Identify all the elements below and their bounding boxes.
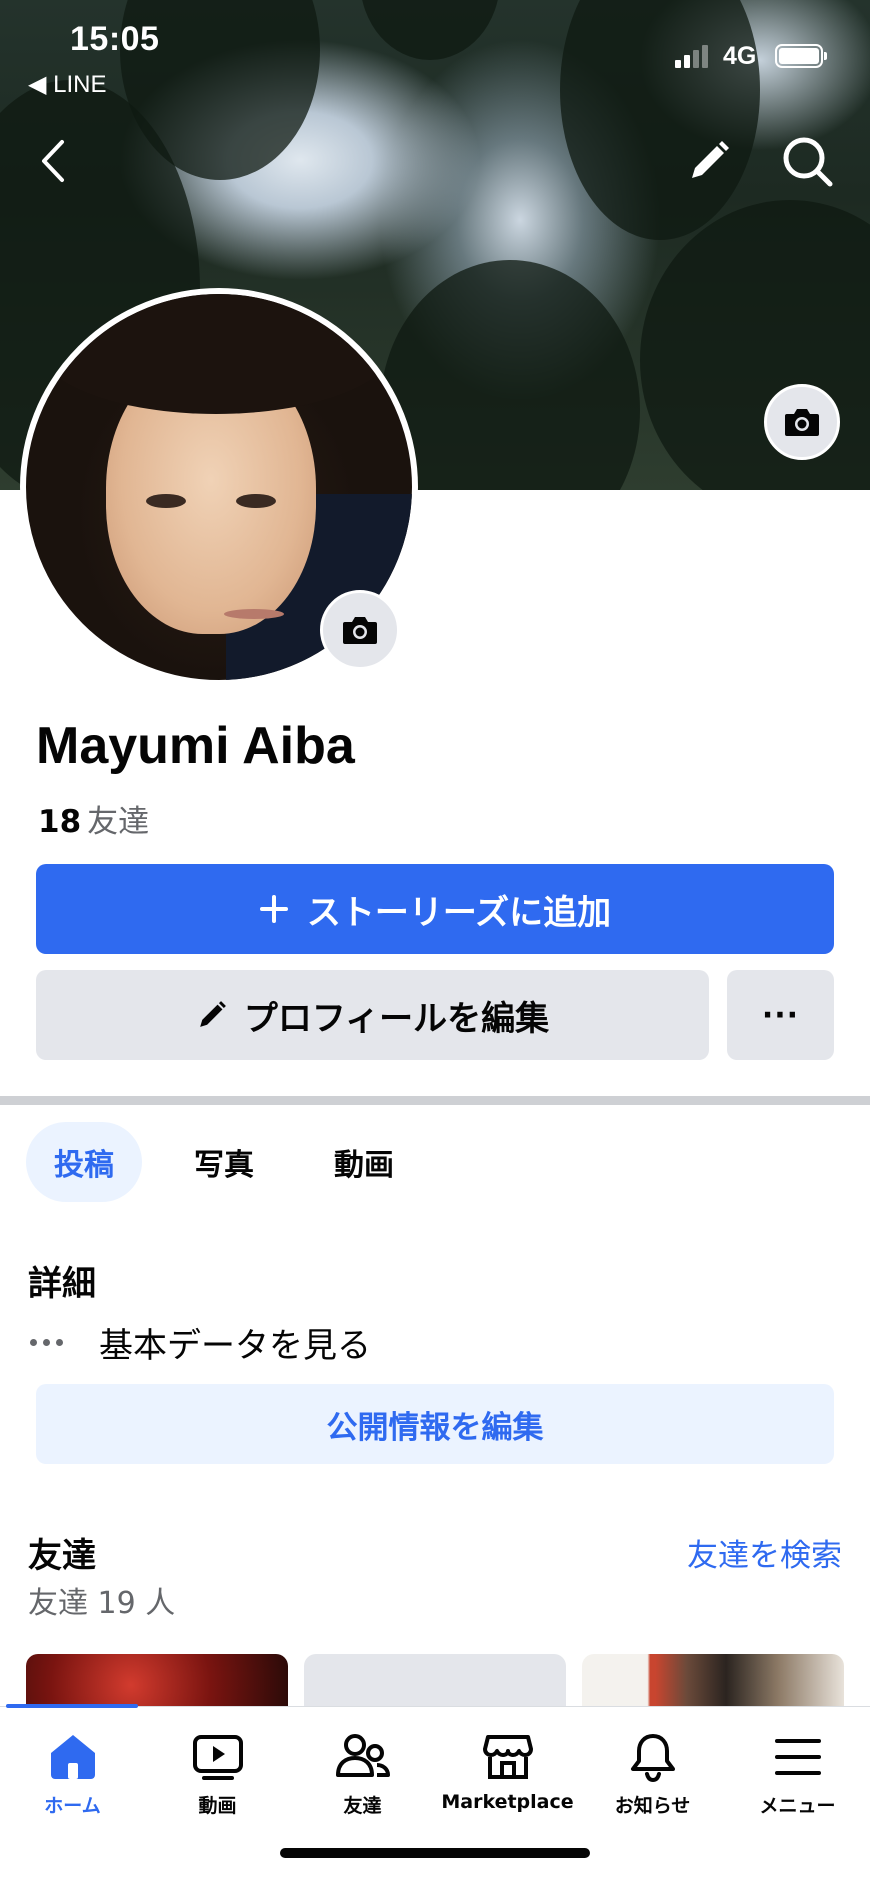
search-friends-link[interactable]: 友達を検索 (687, 1530, 842, 1575)
friend-count-label: 友達 (87, 804, 150, 840)
pencil-icon (200, 1001, 226, 1027)
more-dots-icon (30, 1339, 63, 1346)
tab-videos[interactable]: 動画 (306, 1122, 422, 1202)
tab-posts[interactable]: 投稿 (26, 1122, 142, 1202)
camera-icon (343, 617, 377, 644)
friend-count-number: 18 (38, 804, 82, 840)
nav-notifications[interactable]: お知らせ (580, 1731, 725, 1818)
marketplace-icon (482, 1735, 533, 1779)
section-divider (0, 1096, 870, 1105)
friends-count-text: 友達 19 人 (28, 1586, 176, 1621)
profile-tabs: 投稿 写真 動画 (26, 1122, 422, 1204)
add-story-button[interactable]: ストーリーズに追加 (36, 864, 834, 954)
home-icon (50, 1735, 95, 1779)
nav-menu[interactable]: メニュー (725, 1731, 870, 1818)
friend-count[interactable]: 18 友達 (38, 796, 149, 841)
active-tab-indicator (6, 1704, 138, 1708)
nav-marketplace[interactable]: Marketplace (435, 1731, 580, 1813)
avatar-camera-button[interactable] (320, 590, 400, 670)
friend-thumbnail[interactable] (304, 1654, 566, 1706)
edit-profile-label: プロフィールを編集 (243, 998, 550, 1039)
bell-icon (630, 1734, 675, 1783)
video-icon (192, 1735, 243, 1780)
status-time: 15:05 (70, 20, 160, 58)
nav-menu-label: メニュー (759, 1795, 836, 1817)
details-title: 詳細 (28, 1264, 96, 1304)
tab-photos[interactable]: 写真 (166, 1122, 282, 1202)
edit-public-info-button[interactable]: 公開情報を編集 (36, 1384, 834, 1464)
nav-friends[interactable]: 友達 (290, 1731, 435, 1818)
pencil-icon[interactable] (686, 138, 732, 188)
back-chevron-icon[interactable] (36, 136, 70, 190)
network-type: 4G (723, 42, 757, 70)
status-bar: 15:05 ◀ LINE 4G (0, 0, 870, 100)
friend-thumbnail[interactable] (26, 1654, 288, 1706)
basic-info-row[interactable]: 基本データを見る (30, 1318, 371, 1367)
profile-name: Mayumi Aiba (36, 717, 355, 775)
nav-notifications-label: お知らせ (614, 1795, 691, 1817)
more-options-icon: ··· (761, 997, 800, 1033)
search-icon[interactable] (780, 134, 836, 194)
back-to-app-link[interactable]: ◀ LINE (28, 70, 106, 99)
menu-icon (774, 1739, 821, 1775)
add-story-label: ストーリーズに追加 (306, 892, 612, 933)
battery-icon (775, 44, 827, 68)
home-indicator (280, 1848, 590, 1858)
camera-icon (785, 409, 819, 436)
friends-title: 友達 (28, 1536, 96, 1576)
more-options-button[interactable]: ··· (727, 970, 834, 1060)
nav-home[interactable]: ホーム (0, 1731, 145, 1818)
signal-icon (675, 44, 711, 68)
cover-camera-button[interactable] (764, 384, 840, 460)
edit-profile-button[interactable]: プロフィールを編集 (36, 970, 709, 1060)
nav-video-label: 動画 (198, 1795, 237, 1817)
nav-home-label: ホーム (44, 1795, 101, 1817)
friends-icon (335, 1734, 390, 1777)
nav-marketplace-label: Marketplace (441, 1791, 574, 1813)
edit-public-info-label: 公開情報を編集 (326, 1409, 544, 1446)
nav-friends-label: 友達 (343, 1795, 382, 1817)
basic-info-label: 基本データを見る (99, 1326, 371, 1366)
nav-video[interactable]: 動画 (145, 1731, 290, 1818)
friend-thumbnail[interactable] (582, 1654, 844, 1706)
plus-icon (259, 895, 288, 923)
